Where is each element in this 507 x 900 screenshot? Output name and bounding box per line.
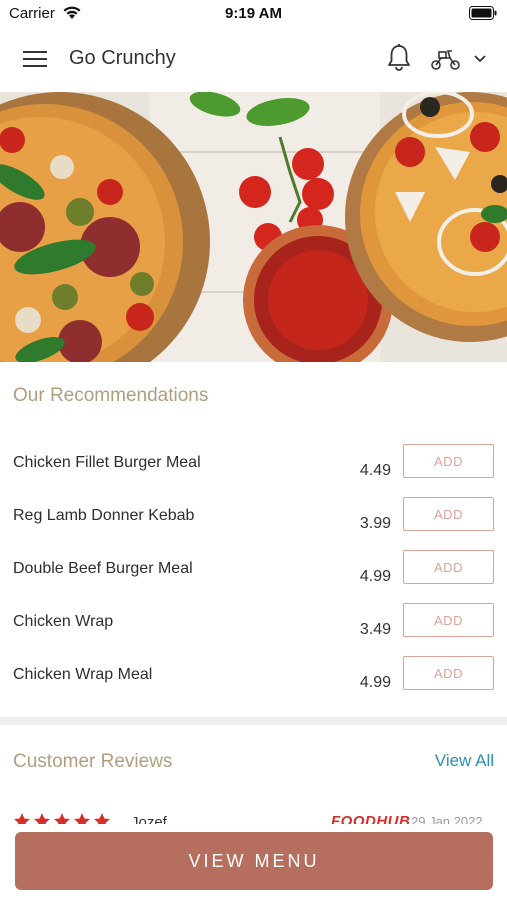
item-price: 4.99: [359, 674, 391, 691]
list-item: Double Beef Burger Meal 4.99 ADD: [0, 550, 507, 598]
add-button[interactable]: ADD: [403, 656, 494, 690]
item-name: Reg Lamb Donner Kebab: [13, 507, 195, 524]
reviews-title: Customer Reviews: [13, 751, 173, 772]
section-divider: [0, 717, 507, 725]
battery-icon: [469, 6, 497, 20]
add-button[interactable]: ADD: [403, 603, 494, 637]
item-name: Chicken Wrap Meal: [13, 666, 153, 683]
item-name: Double Beef Burger Meal: [13, 560, 193, 577]
hero-banner-image: [0, 92, 507, 362]
item-name: Chicken Wrap: [13, 613, 114, 630]
list-item: Reg Lamb Donner Kebab 3.99 ADD: [0, 497, 507, 545]
item-price: 3.99: [359, 515, 391, 532]
status-time: 9:19 AM: [225, 5, 282, 22]
page-title: Go Crunchy: [69, 47, 176, 69]
add-button[interactable]: ADD: [403, 550, 494, 584]
list-item: Chicken Fillet Burger Meal 4.49 ADD: [0, 444, 507, 492]
add-button[interactable]: ADD: [403, 444, 494, 478]
hamburger-menu-icon[interactable]: [22, 47, 48, 71]
status-bar: Carrier 9:19 AM: [0, 0, 507, 26]
view-all-link[interactable]: View All: [435, 751, 494, 771]
bell-icon[interactable]: [385, 43, 413, 73]
chevron-down-icon[interactable]: [472, 53, 488, 65]
list-item: Chicken Wrap Meal 4.99 ADD: [0, 656, 507, 704]
item-price: 4.99: [359, 568, 391, 585]
app-header: Go Crunchy: [0, 26, 507, 92]
item-name: Chicken Fillet Burger Meal: [13, 454, 201, 471]
add-button[interactable]: ADD: [403, 497, 494, 531]
view-menu-button[interactable]: VIEW MENU: [15, 832, 493, 890]
recommendations-title: Our Recommendations: [13, 385, 209, 406]
delivery-scooter-icon[interactable]: [430, 46, 462, 72]
item-price: 4.49: [359, 462, 391, 479]
item-price: 3.49: [359, 621, 391, 638]
list-item: Chicken Wrap 3.49 ADD: [0, 603, 507, 651]
